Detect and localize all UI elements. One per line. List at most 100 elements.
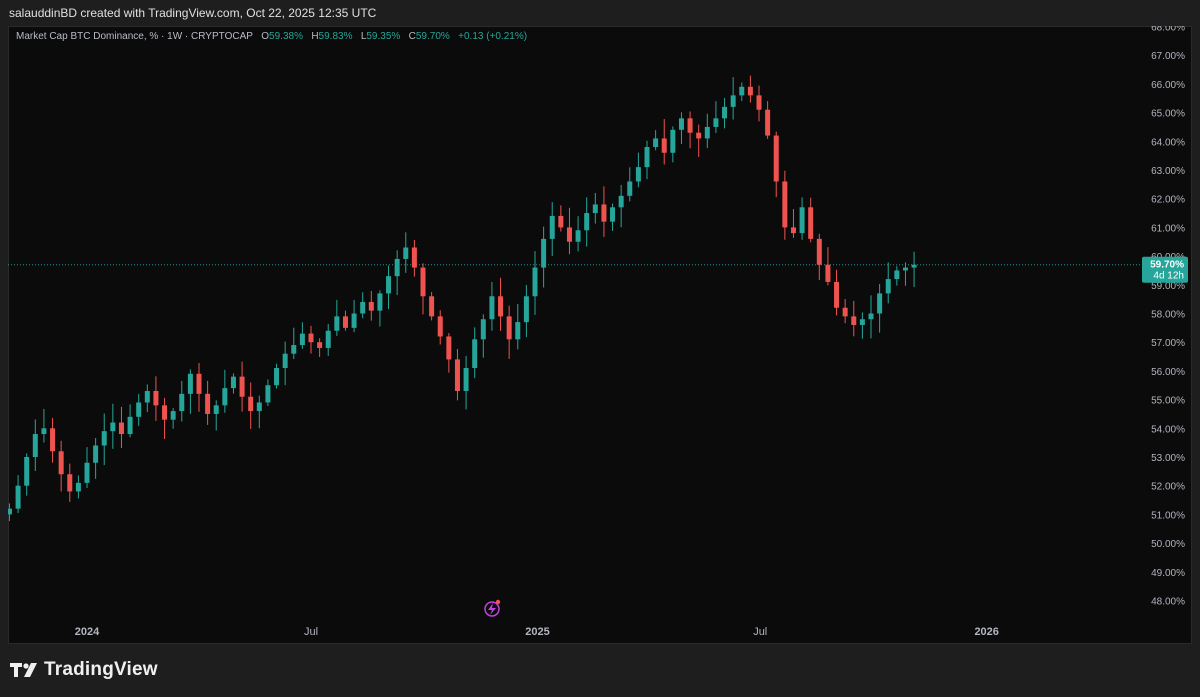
candle — [256, 395, 262, 429]
candle — [894, 266, 900, 286]
candle — [187, 369, 193, 414]
candle — [84, 447, 90, 488]
candle — [50, 417, 56, 463]
candle — [162, 397, 168, 440]
candle — [523, 284, 529, 338]
candle-body — [851, 316, 857, 325]
candle-body — [842, 307, 848, 317]
candle — [532, 251, 538, 315]
candle — [179, 380, 185, 422]
candle — [825, 247, 831, 286]
candle-body — [239, 376, 245, 397]
high-value: 59.83% — [318, 31, 353, 42]
candle — [248, 382, 254, 429]
price-axis-label: 58.00% — [1151, 310, 1185, 321]
price-axis-label: 68.00% — [1151, 26, 1185, 34]
tradingview-brand[interactable]: TradingView — [10, 657, 158, 683]
candle-body — [299, 333, 305, 346]
candle — [868, 295, 874, 339]
candle-body — [170, 411, 176, 420]
candle — [222, 369, 228, 413]
candle — [730, 77, 736, 120]
price-axis: 48.00% 49.00% 50.00% 51.00% 52.00% 53.00% 54.0… — [1151, 26, 1185, 608]
high-label: H — [311, 31, 319, 42]
candle — [351, 299, 357, 333]
candle-body — [756, 95, 762, 110]
candle-body — [144, 390, 150, 403]
candle — [834, 269, 840, 316]
candle — [670, 126, 676, 163]
candle-body — [713, 118, 719, 127]
candle — [282, 341, 288, 386]
candle-body — [747, 86, 753, 96]
candle-body — [179, 393, 185, 412]
lightning-alert-icon[interactable] — [484, 599, 501, 617]
candle — [342, 310, 348, 331]
candle-body — [584, 213, 590, 231]
candlestick-chart[interactable]: 48.00% 49.00% 50.00% 51.00% 52.00% 53.00% 54.0… — [8, 26, 1192, 644]
candle — [515, 303, 521, 350]
candle-body — [67, 474, 73, 492]
candle-body — [722, 106, 728, 119]
last-price-value: 59.70% — [1150, 260, 1184, 271]
price-axis-label: 63.00% — [1151, 166, 1185, 177]
candle-body — [41, 428, 47, 435]
open-value: 59.38% — [269, 31, 303, 42]
candle — [782, 170, 788, 240]
candle-body — [765, 109, 771, 136]
change-value: +0.13 (+0.21%) — [458, 31, 528, 42]
price-axis-label: 61.00% — [1151, 223, 1185, 234]
candle — [437, 310, 443, 345]
candle — [377, 290, 383, 327]
candle-body — [868, 313, 874, 320]
candle — [653, 130, 659, 151]
candle — [566, 207, 572, 255]
candle-body — [816, 238, 822, 265]
candle-body — [162, 405, 168, 420]
candle — [67, 463, 73, 502]
price-axis-label: 49.00% — [1151, 568, 1185, 579]
attribution-header: salauddinBD created with TradingView.com… — [0, 0, 1200, 26]
candle-body — [601, 204, 607, 222]
candle-body — [377, 293, 383, 311]
candle-body — [118, 422, 124, 435]
candle-body — [342, 316, 348, 328]
candle-body — [32, 434, 38, 457]
candle-body — [127, 416, 133, 435]
candle-body — [790, 227, 796, 234]
candle-body — [515, 322, 521, 340]
candle — [851, 300, 857, 337]
candle-body — [894, 270, 900, 280]
candle-body — [282, 353, 288, 369]
candle — [15, 475, 21, 514]
candle-body — [825, 264, 831, 282]
candle — [480, 314, 486, 358]
candle — [41, 408, 47, 443]
candle-body — [911, 264, 917, 268]
candle — [644, 140, 650, 180]
candle-body — [24, 457, 30, 486]
candle — [584, 197, 590, 247]
price-axis-label: 51.00% — [1151, 510, 1185, 521]
candle — [144, 384, 150, 413]
candle — [635, 152, 641, 188]
candle — [170, 408, 176, 429]
price-axis-label: 66.00% — [1151, 80, 1185, 91]
candle-body — [454, 359, 460, 391]
candle-body — [704, 126, 710, 139]
candle — [230, 373, 236, 394]
alert-bolt — [488, 603, 496, 615]
candle-body — [153, 390, 159, 406]
candle — [8, 503, 12, 522]
low-value: 59.35% — [366, 31, 401, 42]
candle — [403, 232, 409, 273]
candle — [472, 327, 478, 379]
candle — [101, 413, 107, 466]
candle-body — [463, 368, 469, 391]
candle-body — [678, 118, 684, 130]
time-axis-label: Jul — [753, 626, 767, 638]
candle — [592, 192, 598, 224]
candle-body — [566, 227, 572, 242]
last-price-tag-layer: 59.70%4d 12h — [1142, 256, 1188, 283]
candle — [308, 325, 314, 354]
